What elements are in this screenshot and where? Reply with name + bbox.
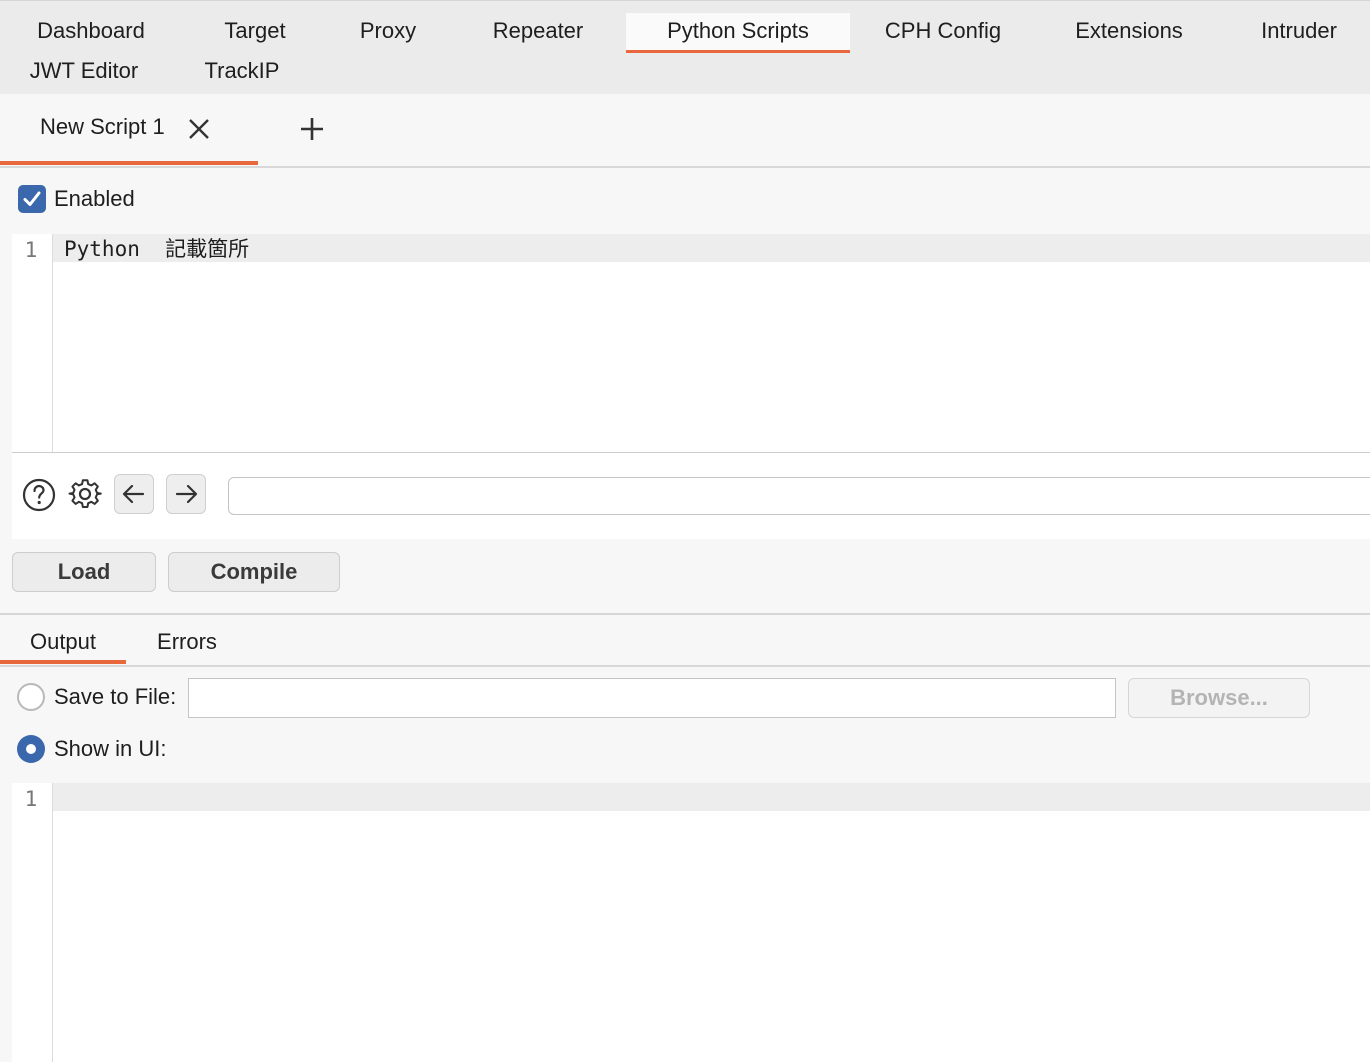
previous-match-button[interactable] [114,474,154,514]
compile-button[interactable]: Compile [168,552,340,592]
next-match-button[interactable] [166,474,206,514]
tab-new-script-1[interactable]: New Script 1 [0,94,258,165]
show-in-ui-radio[interactable] [17,735,45,763]
arrow-left-icon [122,484,145,504]
tab-proxy[interactable]: Proxy [344,13,432,49]
tab-repeater[interactable]: Repeater [474,13,602,49]
tab-output[interactable]: Output [0,624,126,664]
tab-python-scripts[interactable]: Python Scripts [626,13,850,53]
output-editor[interactable]: 1 [12,783,1370,1062]
current-line-highlight [53,783,1370,811]
browse-button[interactable]: Browse... [1128,678,1310,718]
close-icon[interactable] [186,116,212,142]
search-toolbar [12,453,1370,539]
section-divider [0,613,1370,615]
tab-trackip[interactable]: TrackIP [186,53,298,89]
load-button[interactable]: Load [12,552,156,592]
save-path-input[interactable] [188,678,1116,718]
search-input[interactable] [228,477,1370,515]
enabled-label: Enabled [54,186,135,211]
enabled-checkbox[interactable] [18,185,46,213]
script-tab-bar: New Script 1 [0,94,1370,168]
arrow-right-icon [175,484,198,504]
line-gutter: 1 [12,234,53,452]
gear-icon[interactable] [68,478,102,512]
line-number: 1 [24,238,38,262]
script-editor[interactable]: 1 Python 記載箇所 [12,234,1370,453]
line-gutter: 1 [12,783,53,1062]
main-tab-bar: Dashboard Target Proxy Repeater Python S… [0,0,1370,95]
tab-errors[interactable]: Errors [140,624,234,664]
code-line[interactable]: Python 記載箇所 [64,235,249,263]
checkmark-icon [23,191,41,206]
tab-dashboard[interactable]: Dashboard [18,13,164,49]
tab-target[interactable]: Target [205,13,305,49]
script-tab-label: New Script 1 [40,114,165,139]
tab-cph-config[interactable]: CPH Config [872,13,1014,49]
show-in-ui-label: Show in UI: [54,736,167,761]
current-line-highlight [53,234,1370,262]
tab-jwt-editor[interactable]: JWT Editor [14,53,154,89]
help-icon[interactable] [22,478,56,512]
tab-intruder[interactable]: Intruder [1244,13,1354,49]
tab-extensions[interactable]: Extensions [1060,13,1198,49]
save-to-file-radio[interactable] [17,683,45,711]
output-tab-bar: Output Errors [0,624,1370,667]
plus-icon[interactable] [298,115,326,143]
line-number: 1 [24,787,38,811]
save-to-file-label: Save to File: [54,684,177,709]
